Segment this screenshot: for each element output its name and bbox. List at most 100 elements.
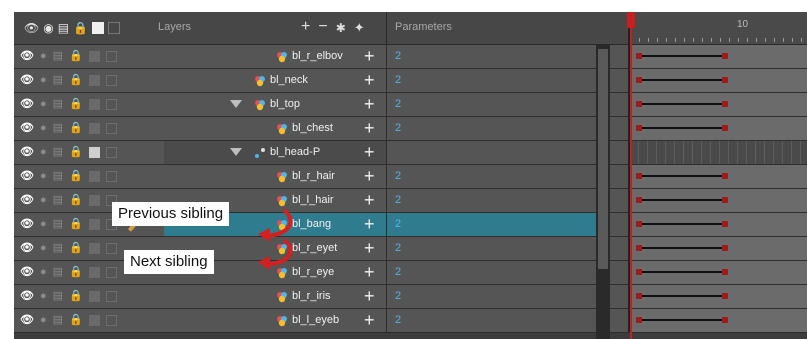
show-layer-icon[interactable]: 👁 xyxy=(20,74,34,86)
show-layer-icon[interactable]: 👁 xyxy=(20,314,34,326)
layer-image-icon[interactable] xyxy=(105,146,117,158)
keyframe-end[interactable] xyxy=(722,245,728,251)
layer-row[interactable]: 👁 ● ▤ 🔒 bl_chest +2 xyxy=(14,117,807,141)
layer-name-cell[interactable]: bl_l_eyeb + xyxy=(164,309,386,332)
layer-image-icon[interactable] xyxy=(105,122,117,134)
keyframe-end[interactable] xyxy=(722,77,728,83)
parameters-cell[interactable]: 2 xyxy=(386,69,597,92)
keyframe-end[interactable] xyxy=(722,101,728,107)
layer-image-icon[interactable] xyxy=(105,290,117,302)
layer-row[interactable]: 👁 ● ▤ 🔒 bl_top +2 xyxy=(14,93,807,117)
layer-image-icon[interactable] xyxy=(105,266,117,278)
parameters-cell[interactable]: 2 xyxy=(386,309,597,332)
add-peg-icon[interactable]: ✱ xyxy=(336,18,346,36)
keyframe-end[interactable] xyxy=(722,293,728,299)
lock-layer-icon[interactable]: 🔒 xyxy=(69,266,83,278)
layer-image-icon[interactable] xyxy=(105,50,117,62)
parameters-cell[interactable]: 2 xyxy=(386,189,597,212)
add-child-icon[interactable]: + xyxy=(364,165,375,187)
enable-layer-icon[interactable]: ● xyxy=(40,50,47,62)
add-drawing-icon[interactable]: ✦ xyxy=(354,18,365,36)
layer-name-cell[interactable]: bl_r_elbov + xyxy=(164,45,386,68)
layer-row[interactable]: 👁 ● ▤ 🔒 bl_l_eyeb +2 xyxy=(14,309,807,333)
timeline-cell[interactable] xyxy=(628,141,807,164)
enable-layer-icon[interactable]: ● xyxy=(40,314,47,326)
layer-image-icon[interactable] xyxy=(105,74,117,86)
parameters-cell[interactable]: 2 xyxy=(386,93,597,116)
lock-layer-icon[interactable]: 🔒 xyxy=(69,194,83,206)
toggle-layer-icon[interactable]: ▤ xyxy=(53,266,63,278)
show-all-icon[interactable]: 👁 xyxy=(24,21,39,35)
add-child-icon[interactable]: + xyxy=(364,69,375,91)
lock-layer-icon[interactable]: 🔒 xyxy=(69,74,83,86)
layer-name-cell[interactable]: bl_neck + xyxy=(164,69,386,92)
keyframe-end[interactable] xyxy=(722,197,728,203)
keyframe-end[interactable] xyxy=(722,221,728,227)
lock-layer-icon[interactable]: 🔒 xyxy=(69,242,83,254)
toggle-layer-icon[interactable]: ▤ xyxy=(53,146,63,158)
add-child-icon[interactable]: + xyxy=(364,261,375,283)
add-child-icon[interactable]: + xyxy=(364,45,375,67)
timeline-cell[interactable] xyxy=(628,261,807,284)
toggle-layer-icon[interactable]: ▤ xyxy=(53,170,63,182)
timeline-cell[interactable] xyxy=(628,309,807,332)
playhead[interactable] xyxy=(630,12,632,339)
layer-color-swatch[interactable] xyxy=(88,170,100,182)
lock-layer-icon[interactable]: 🔒 xyxy=(69,170,83,182)
delete-layer-icon[interactable]: − xyxy=(318,18,327,36)
layer-color-swatch[interactable] xyxy=(88,290,100,302)
lock-layer-icon[interactable]: 🔒 xyxy=(69,314,83,326)
layer-name-cell[interactable]: bl_chest + xyxy=(164,117,386,140)
keyframe-end[interactable] xyxy=(722,125,728,131)
keyframe-end[interactable] xyxy=(722,53,728,59)
enable-layer-icon[interactable]: ● xyxy=(40,98,47,110)
lock-layer-icon[interactable]: 🔒 xyxy=(69,122,83,134)
parameters-cell[interactable] xyxy=(386,141,597,164)
show-layer-icon[interactable]: 👁 xyxy=(20,194,34,206)
timeline-cell[interactable] xyxy=(628,69,807,92)
add-child-icon[interactable]: + xyxy=(364,285,375,307)
expand-triangle-icon[interactable] xyxy=(230,148,242,156)
show-layer-icon[interactable]: 👁 xyxy=(20,266,34,278)
toggle-layer-icon[interactable]: ▤ xyxy=(53,194,63,206)
lock-layer-icon[interactable]: 🔒 xyxy=(69,146,83,158)
enable-layer-icon[interactable]: ● xyxy=(40,218,47,230)
layer-color-swatch[interactable] xyxy=(88,242,100,254)
lock-layer-icon[interactable]: 🔒 xyxy=(69,290,83,302)
toggle-all-icon[interactable]: ▤ xyxy=(58,21,69,35)
layer-color-swatch[interactable] xyxy=(88,50,100,62)
lock-layer-icon[interactable]: 🔒 xyxy=(69,218,83,230)
show-layer-icon[interactable]: 👁 xyxy=(20,170,34,182)
show-layer-icon[interactable]: 👁 xyxy=(20,242,34,254)
keyframe-end[interactable] xyxy=(722,269,728,275)
frame-ruler[interactable]: 10 xyxy=(628,12,807,44)
timeline-cell[interactable] xyxy=(628,45,807,68)
layer-name-cell[interactable]: bl_r_iris + xyxy=(164,285,386,308)
parameters-cell[interactable]: 2 xyxy=(386,261,597,284)
layer-image-icon[interactable] xyxy=(105,314,117,326)
show-layer-icon[interactable]: 👁 xyxy=(20,122,34,134)
parameters-cell[interactable]: 2 xyxy=(386,237,597,260)
toggle-layer-icon[interactable]: ▤ xyxy=(53,218,63,230)
add-child-icon[interactable]: + xyxy=(364,141,375,163)
timeline-cell[interactable] xyxy=(628,189,807,212)
enable-all-icon[interactable]: ◉ xyxy=(43,21,53,35)
toggle-layer-icon[interactable]: ▤ xyxy=(53,290,63,302)
show-layer-icon[interactable]: 👁 xyxy=(20,218,34,230)
toggle-layer-icon[interactable]: ▤ xyxy=(53,122,63,134)
timeline-cell[interactable] xyxy=(628,237,807,260)
enable-layer-icon[interactable]: ● xyxy=(40,146,47,158)
parameters-cell[interactable]: 2 xyxy=(386,45,597,68)
layer-image-icon[interactable] xyxy=(105,242,117,254)
enable-layer-icon[interactable]: ● xyxy=(40,170,47,182)
add-child-icon[interactable]: + xyxy=(364,213,375,235)
keyframe-end[interactable] xyxy=(722,173,728,179)
expand-triangle-icon[interactable] xyxy=(230,100,242,108)
enable-layer-icon[interactable]: ● xyxy=(40,242,47,254)
enable-layer-icon[interactable]: ● xyxy=(40,266,47,278)
enable-layer-icon[interactable]: ● xyxy=(40,122,47,134)
layer-name-cell[interactable]: bl_r_hair + xyxy=(164,165,386,188)
parameters-cell[interactable]: 2 xyxy=(386,117,597,140)
toggle-layer-icon[interactable]: ▤ xyxy=(53,242,63,254)
parameters-cell[interactable]: 2 xyxy=(386,165,597,188)
